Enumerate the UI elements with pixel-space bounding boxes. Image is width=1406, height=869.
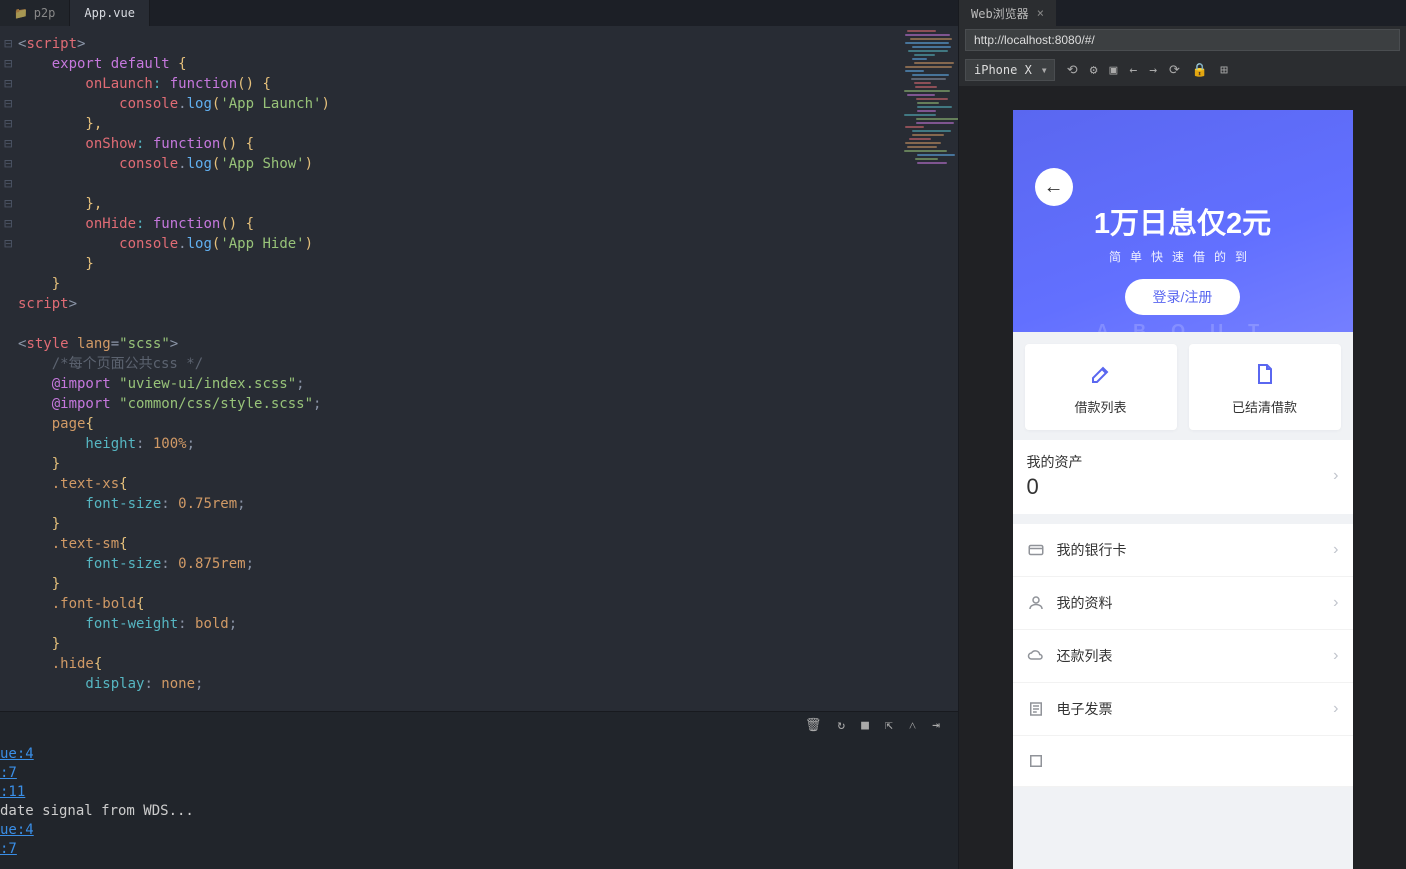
screenshot-icon[interactable]: ▣ xyxy=(1110,63,1118,78)
reload-icon[interactable]: ⟳ xyxy=(1169,63,1180,78)
menu-item-invoice[interactable]: 电子发票 › xyxy=(1013,683,1353,736)
grid-icon[interactable]: ⊞ xyxy=(1220,63,1228,78)
header-subtitle: 简单快速借的到 xyxy=(1013,248,1353,265)
asset-title: 我的资产 xyxy=(1027,452,1083,472)
action-cards: 借款列表 已结清借款 xyxy=(1013,332,1353,440)
preview-viewport: ← 1万日息仅2元 简单快速借的到 登录/注册 A B O U T 借款列表 已… xyxy=(959,86,1406,869)
menu-item-label: 我的银行卡 xyxy=(1057,540,1127,560)
user-icon xyxy=(1027,594,1045,612)
menu-item-repayment[interactable]: 还款列表 › xyxy=(1013,630,1353,683)
menu-list: 我的银行卡 › 我的资料 › 还款列表 › 电子发票 › xyxy=(1013,524,1353,787)
code-editor[interactable]: ⊟ ⊟ ⊟ ⊟ ⊟ ⊟ ⊟ ⊟ ⊟ ⊟ ⊟ <script> export de… xyxy=(0,26,958,711)
device-select-value: iPhone X xyxy=(974,63,1032,77)
fold-gutter[interactable]: ⊟ ⊟ ⊟ ⊟ ⊟ ⊟ ⊟ ⊟ ⊟ ⊟ ⊟ xyxy=(4,34,14,254)
trash-icon[interactable]: 🗑 xyxy=(805,718,822,733)
code-content: <script> export default { onLaunch: func… xyxy=(0,26,958,694)
browser-tabs: Web浏览器 × xyxy=(959,0,1406,26)
menu-item-label: 电子发票 xyxy=(1057,699,1113,719)
header-title: 1万日息仅2元 xyxy=(1013,200,1353,242)
asset-value: 0 xyxy=(1027,474,1083,500)
card-settled-loan[interactable]: 已结清借款 xyxy=(1189,344,1341,430)
back-button[interactable]: ← xyxy=(1035,168,1073,206)
document-icon xyxy=(1253,362,1277,386)
card-loan-list-label: 借款列表 xyxy=(1025,397,1177,416)
collapse-icon[interactable]: ˄ xyxy=(909,718,916,734)
chevron-right-icon: › xyxy=(1333,467,1338,485)
receipt-icon xyxy=(1027,700,1045,718)
chevron-right-icon: › xyxy=(1333,541,1338,559)
asset-row[interactable]: 我的资产 0 › xyxy=(1013,440,1353,514)
tab-folder-p2p[interactable]: p2p xyxy=(0,0,70,26)
chevron-right-icon: › xyxy=(1333,700,1338,718)
asset-info: 我的资产 0 xyxy=(1027,452,1083,500)
close-icon[interactable]: × xyxy=(1037,6,1044,20)
rotate-icon[interactable]: ⟲ xyxy=(1067,63,1078,78)
forward-icon[interactable]: → xyxy=(1149,63,1157,78)
editor-tabs: p2p App.vue xyxy=(0,0,958,26)
chevron-right-icon: › xyxy=(1333,647,1338,665)
chevron-right-icon: › xyxy=(1333,594,1338,612)
browser-pane: Web浏览器 × iPhone X ⟲ ⚙ ▣ ← → ⟳ 🔒 ⊞ ← 1万日息… xyxy=(958,0,1406,869)
edit-icon xyxy=(1089,362,1113,386)
stop-icon[interactable]: ■ xyxy=(861,718,869,733)
cloud-icon xyxy=(1027,647,1045,665)
square-icon xyxy=(1027,752,1045,770)
browser-tab[interactable]: Web浏览器 × xyxy=(959,0,1056,27)
export-icon[interactable]: ⇱ xyxy=(885,718,893,733)
minimap[interactable] xyxy=(904,30,954,190)
login-button[interactable]: 登录/注册 xyxy=(1125,279,1241,315)
menu-item-extra[interactable] xyxy=(1013,736,1353,787)
wrap-icon[interactable]: ⇥ xyxy=(932,718,940,733)
restart-icon[interactable]: ↻ xyxy=(837,718,845,733)
card-icon xyxy=(1027,541,1045,559)
gear-icon[interactable]: ⚙ xyxy=(1090,63,1098,78)
editor-pane: p2p App.vue ⊟ ⊟ ⊟ ⊟ ⊟ ⊟ ⊟ ⊟ ⊟ ⊟ ⊟ <scrip… xyxy=(0,0,958,869)
dev-toolbar: iPhone X ⟲ ⚙ ▣ ← → ⟳ 🔒 ⊞ xyxy=(959,54,1406,86)
menu-item-bankcard[interactable]: 我的银行卡 › xyxy=(1013,524,1353,577)
terminal-toolbar: 🗑 ↻ ■ ⇱ ˄ ⇥ xyxy=(0,711,958,739)
menu-item-label: 我的资料 xyxy=(1057,593,1113,613)
terminal[interactable]: ue:4:7:11date signal from WDS...ue:4:7 xyxy=(0,739,958,869)
browser-tab-title: Web浏览器 xyxy=(971,5,1029,22)
tab-file-label: App.vue xyxy=(84,6,135,20)
phone-frame: ← 1万日息仅2元 简单快速借的到 登录/注册 A B O U T 借款列表 已… xyxy=(1013,110,1353,869)
phone-header: ← 1万日息仅2元 简单快速借的到 登录/注册 A B O U T xyxy=(1013,110,1353,342)
url-bar xyxy=(959,26,1406,54)
back-icon[interactable]: ← xyxy=(1129,63,1137,78)
card-settled-loan-label: 已结清借款 xyxy=(1189,397,1341,416)
tab-file-appvue[interactable]: App.vue xyxy=(70,0,150,26)
card-loan-list[interactable]: 借款列表 xyxy=(1025,344,1177,430)
lock-icon[interactable]: 🔒 xyxy=(1192,63,1208,78)
device-select[interactable]: iPhone X xyxy=(965,59,1055,81)
menu-item-label: 还款列表 xyxy=(1057,646,1113,666)
tab-folder-label: p2p xyxy=(34,6,56,20)
url-input[interactable] xyxy=(965,29,1400,51)
menu-item-profile[interactable]: 我的资料 › xyxy=(1013,577,1353,630)
